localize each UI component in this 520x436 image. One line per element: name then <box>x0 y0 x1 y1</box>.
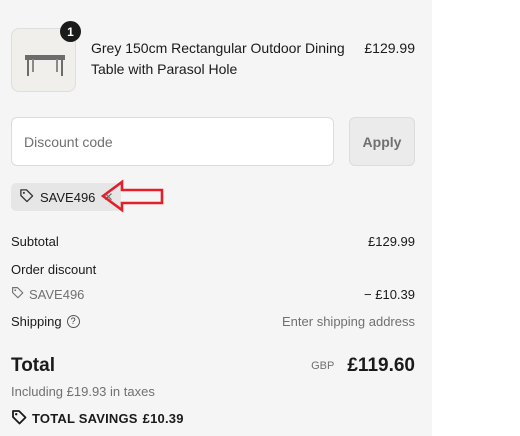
order-discount-label: Order discount <box>11 262 97 277</box>
shipping-label: Shipping <box>11 314 62 329</box>
discount-code-row: SAVE496 − £10.39 <box>11 286 415 302</box>
order-summary-panel: 1 Grey 150cm Rectangular Outdoor Dining … <box>0 0 432 436</box>
discount-code-label: SAVE496 <box>29 286 85 302</box>
savings-value: £10.39 <box>142 411 184 426</box>
help-icon[interactable]: ? <box>66 315 80 328</box>
shipping-value: Enter shipping address <box>282 314 415 329</box>
subtotal-value: £129.99 <box>368 234 415 249</box>
tag-icon <box>11 286 24 302</box>
product-price: £129.99 <box>364 40 415 56</box>
shipping-row: Shipping ? Enter shipping address <box>11 314 415 329</box>
currency-code: GBP <box>311 360 335 372</box>
discount-value: − £10.39 <box>364 286 415 302</box>
apply-button[interactable]: Apply <box>349 117 415 166</box>
annotation-arrow-icon <box>100 179 164 213</box>
taxes-note: Including £19.93 in taxes <box>11 384 155 399</box>
tag-icon <box>11 409 27 428</box>
total-value: £119.60 <box>347 355 415 376</box>
product-name: Grey 150cm Rectangular Outdoor Dining Ta… <box>91 40 345 77</box>
subtotal-label: Subtotal <box>11 234 59 249</box>
savings-row: TOTAL SAVINGS £10.39 <box>11 409 415 428</box>
tag-icon <box>19 188 34 206</box>
total-label: Total <box>11 355 55 376</box>
discount-code-input[interactable] <box>11 117 334 166</box>
total-row: Total GBP £119.60 <box>11 355 415 377</box>
taxes-row: Including £19.93 in taxes <box>11 384 415 399</box>
savings-label: TOTAL SAVINGS <box>32 411 138 426</box>
quantity-badge: 1 <box>60 21 81 42</box>
subtotal-row: Subtotal £129.99 <box>11 234 415 249</box>
order-discount-row: Order discount <box>11 262 415 277</box>
applied-code-text: SAVE496 <box>40 189 96 205</box>
